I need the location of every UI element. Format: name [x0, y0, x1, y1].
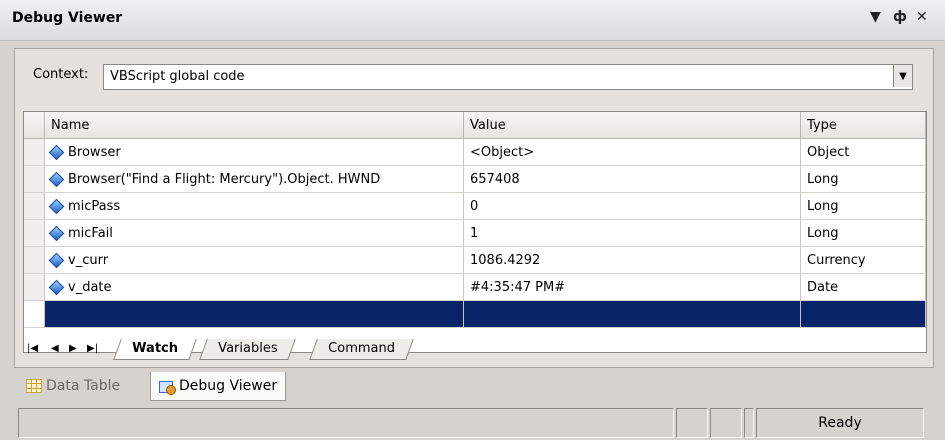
row-header: [24, 192, 45, 220]
cell-type: Long: [800, 165, 926, 193]
table-row[interactable]: micPass 0 Long: [24, 192, 926, 220]
cell-name[interactable]: v_curr: [44, 246, 464, 274]
tab-watch[interactable]: Watch: [113, 339, 197, 360]
cell-type: Long: [800, 219, 926, 247]
new-row-name-cell[interactable]: [44, 300, 464, 328]
row-header: [24, 219, 45, 247]
next-sheet-icon[interactable]: ▶: [69, 343, 77, 354]
tab-data-table-label: Data Table: [46, 378, 121, 394]
tab-watch-label: Watch: [132, 341, 179, 356]
cell-value[interactable]: 657408: [463, 165, 801, 193]
data-table-icon: [26, 379, 42, 393]
tab-command[interactable]: Command: [309, 339, 414, 360]
table-row[interactable]: v_date #4:35:47 PM# Date: [24, 273, 926, 301]
close-icon[interactable]: ✕: [916, 9, 928, 25]
cell-value[interactable]: 1: [463, 219, 801, 247]
variable-icon: [48, 171, 65, 187]
row-header-corner: [24, 112, 45, 139]
table-row[interactable]: micFail 1 Long: [24, 219, 926, 247]
variable-icon: [48, 279, 65, 295]
tab-command-label: Command: [328, 341, 396, 356]
status-bar: Ready: [0, 406, 945, 440]
context-label: Context:: [33, 67, 89, 82]
watch-grid: Name Value Type Browser <Object> Object …: [23, 111, 927, 353]
row-header: [24, 246, 45, 274]
debug-viewer-icon: [159, 378, 176, 395]
status-cell: [744, 408, 754, 438]
tab-debug-viewer-label: Debug Viewer: [179, 378, 278, 394]
cell-type: Long: [800, 192, 926, 220]
cell-name-text: v_curr: [68, 252, 109, 268]
prev-sheet-icon[interactable]: ◀: [51, 343, 59, 354]
status-cell: [710, 408, 742, 438]
row-header: [24, 300, 45, 328]
tab-variables-label: Variables: [218, 341, 278, 356]
column-header-value[interactable]: Value: [463, 112, 801, 139]
new-row-type-cell[interactable]: [800, 300, 926, 328]
tab-debug-viewer[interactable]: Debug Viewer: [150, 372, 287, 401]
column-header-type[interactable]: Type: [800, 112, 926, 139]
status-ready: Ready: [756, 408, 924, 438]
cell-name[interactable]: Browser("Find a Flight: Mercury").Object…: [44, 165, 464, 193]
cell-name-text: micPass: [68, 198, 121, 214]
cell-value[interactable]: 0: [463, 192, 801, 220]
last-sheet-icon[interactable]: ▶|: [87, 343, 98, 354]
row-header: [24, 165, 45, 193]
debug-viewer-panel: Context: VBScript global code ▼ Name Val…: [14, 48, 934, 368]
dropdown-icon[interactable]: ▼: [870, 9, 881, 25]
cell-name[interactable]: Browser: [44, 138, 464, 166]
variable-icon: [48, 225, 65, 241]
cell-name-text: Browser("Find a Flight: Mercury").Object…: [68, 171, 381, 187]
context-value: VBScript global code: [110, 69, 245, 84]
new-row[interactable]: [24, 300, 926, 328]
new-row-value-cell[interactable]: [463, 300, 801, 328]
cell-type: Currency: [800, 246, 926, 274]
cell-type: Object: [800, 138, 926, 166]
cell-name-text: Browser: [68, 144, 121, 160]
sheet-tab-strip: |◀ ◀ ▶ ▶| Watch Variables Command: [23, 339, 925, 361]
table-row[interactable]: Browser("Find a Flight: Mercury").Object…: [24, 165, 926, 193]
cell-name[interactable]: micPass: [44, 192, 464, 220]
context-select[interactable]: VBScript global code ▼: [103, 64, 913, 90]
status-message: [18, 408, 674, 438]
tab-data-table[interactable]: Data Table: [18, 372, 128, 400]
row-header: [24, 138, 45, 166]
cell-type: Date: [800, 273, 926, 301]
variable-icon: [48, 144, 65, 160]
cell-name[interactable]: v_date: [44, 273, 464, 301]
row-header: [24, 273, 45, 301]
status-cell: [676, 408, 708, 438]
variable-icon: [48, 252, 65, 268]
table-row[interactable]: v_curr 1086.4292 Currency: [24, 246, 926, 274]
cell-value[interactable]: <Object>: [463, 138, 801, 166]
cell-name-text: v_date: [68, 279, 112, 295]
cell-name[interactable]: micFail: [44, 219, 464, 247]
chevron-down-icon[interactable]: ▼: [893, 65, 912, 87]
tab-variables[interactable]: Variables: [199, 339, 297, 360]
variable-icon: [48, 198, 65, 214]
cell-value[interactable]: #4:35:47 PM#: [463, 273, 801, 301]
title-bar: Debug Viewer ▼ ф ✕: [0, 0, 945, 41]
pane-tabs: Data Table Debug Viewer: [14, 370, 932, 404]
cell-value[interactable]: 1086.4292: [463, 246, 801, 274]
first-sheet-icon[interactable]: |◀: [27, 343, 38, 354]
pin-icon[interactable]: ф: [893, 9, 907, 25]
column-header-name[interactable]: Name: [44, 112, 464, 139]
cell-name-text: micFail: [68, 225, 113, 241]
table-row[interactable]: Browser <Object> Object: [24, 138, 926, 166]
window-title: Debug Viewer: [12, 10, 123, 26]
